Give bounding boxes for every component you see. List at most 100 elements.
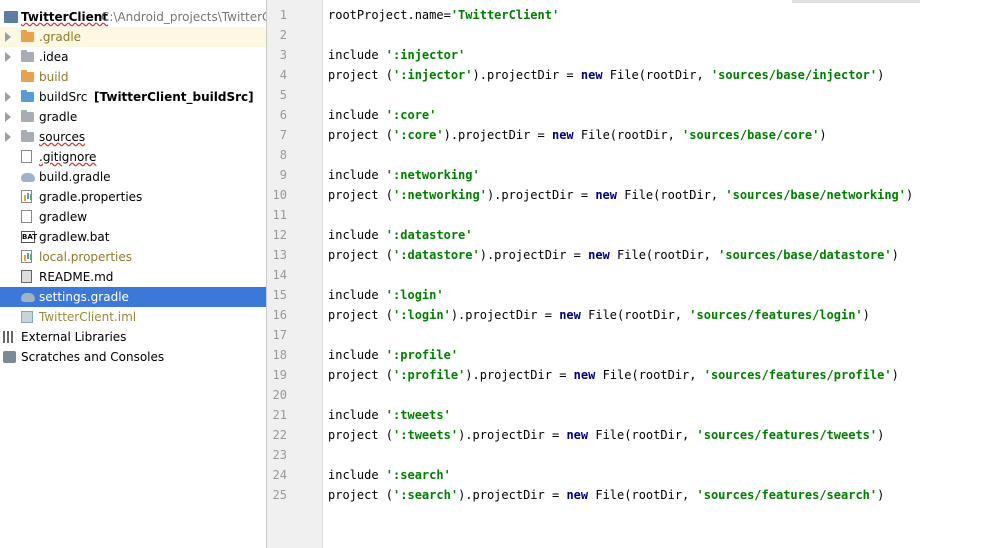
string-token: 'sources/features/login' bbox=[689, 308, 863, 322]
tree-item-label: TwitterClient.iml bbox=[39, 310, 137, 324]
code-line[interactable]: rootProject.name='TwitterClient' bbox=[328, 5, 984, 25]
tree-item[interactable]: .idea bbox=[0, 47, 266, 67]
folder-icon bbox=[21, 50, 34, 62]
tree-item-module-name: [TwitterClient_buildSrc] bbox=[94, 90, 254, 104]
code-line[interactable] bbox=[328, 25, 984, 45]
code-line[interactable] bbox=[328, 445, 984, 465]
code-line[interactable] bbox=[328, 325, 984, 345]
code-line[interactable]: include ':search' bbox=[328, 465, 984, 485]
code-line[interactable]: project (':login').projectDir = new File… bbox=[328, 305, 984, 325]
code-line[interactable]: project (':networking').projectDir = new… bbox=[328, 185, 984, 205]
file-icon bbox=[21, 150, 32, 163]
line-number: 1 bbox=[279, 8, 287, 22]
code-line[interactable]: project (':core').projectDir = new File(… bbox=[328, 125, 984, 145]
chevron-right-icon[interactable] bbox=[5, 52, 11, 62]
string-token: ':tweets' bbox=[385, 408, 451, 422]
tree-item-label: External Libraries bbox=[21, 330, 127, 344]
tree-item-label: sources bbox=[39, 130, 86, 144]
tree-item[interactable]: sources bbox=[0, 127, 266, 147]
tree-item[interactable]: gradle bbox=[0, 107, 266, 127]
folder-icon bbox=[21, 110, 34, 122]
keyword-token: new bbox=[559, 308, 581, 322]
string-token: ':search' bbox=[393, 488, 459, 502]
tree-item[interactable]: gradle.properties bbox=[0, 187, 266, 207]
tree-item[interactable]: build.gradle bbox=[0, 167, 266, 187]
tree-item[interactable]: BAT gradlew.bat bbox=[0, 227, 266, 247]
line-number: 17 bbox=[272, 328, 287, 342]
tree-item[interactable]: External Libraries bbox=[0, 327, 266, 347]
tree-item[interactable]: gradlew bbox=[0, 207, 266, 227]
tree-root-project[interactable]: TwitterClient C:\Android_projects\Twitte… bbox=[0, 7, 266, 27]
code-line[interactable]: include ':injector' bbox=[328, 45, 984, 65]
tree-item-label: .gradle bbox=[39, 30, 82, 44]
chevron-right-icon[interactable] bbox=[5, 92, 11, 102]
tree-item[interactable]: TwitterClient.iml bbox=[0, 307, 266, 327]
string-token: ':core' bbox=[385, 108, 437, 122]
code-token: ).projectDir = bbox=[465, 368, 574, 382]
chevron-right-icon[interactable] bbox=[5, 112, 11, 122]
code-line[interactable]: include ':networking' bbox=[328, 165, 984, 185]
tree-item[interactable]: Scratches and Consoles bbox=[0, 347, 266, 367]
code-line[interactable]: project (':injector').projectDir = new F… bbox=[328, 65, 984, 85]
tree-item[interactable]: local.properties bbox=[0, 247, 266, 267]
tree-item[interactable]: settings.gradle bbox=[0, 287, 266, 307]
code-token: ) bbox=[877, 428, 885, 442]
line-number: 16 bbox=[272, 308, 287, 322]
code-line[interactable]: include ':core' bbox=[328, 105, 984, 125]
line-number: 12 bbox=[272, 228, 287, 242]
code-editor[interactable]: rootProject.name='TwitterClient' include … bbox=[323, 0, 984, 548]
properties-icon bbox=[21, 190, 32, 203]
line-number: 19 bbox=[272, 368, 287, 382]
project-tree: TwitterClient C:\Android_projects\Twitte… bbox=[0, 0, 267, 548]
code-token: ).projectDir = bbox=[486, 188, 596, 202]
chevron-right-icon[interactable] bbox=[5, 32, 11, 42]
code-token: include bbox=[328, 108, 386, 122]
code-line[interactable]: project (':search').projectDir = new Fil… bbox=[328, 485, 984, 505]
code-line[interactable]: include ':profile' bbox=[328, 345, 984, 365]
bat-icon: BAT bbox=[21, 231, 37, 243]
code-line[interactable]: include ':tweets' bbox=[328, 405, 984, 425]
string-token: ':tweets' bbox=[393, 428, 459, 442]
line-number: 13 bbox=[272, 248, 287, 262]
tree-item-label: build.gradle bbox=[39, 170, 111, 184]
string-token: ':injector' bbox=[385, 48, 466, 62]
string-token: ':datastore' bbox=[393, 248, 480, 262]
code-token: project ( bbox=[328, 248, 394, 262]
code-token: File(rootDir, bbox=[573, 128, 683, 142]
chevron-right-icon[interactable] bbox=[5, 132, 11, 142]
tree-item[interactable]: README.md bbox=[0, 267, 266, 287]
code-line[interactable] bbox=[328, 145, 984, 165]
code-token: project ( bbox=[328, 488, 394, 502]
tree-item-label: README.md bbox=[39, 270, 114, 284]
code-line[interactable]: include ':datastore' bbox=[328, 225, 984, 245]
code-token: ) bbox=[877, 488, 885, 502]
code-line[interactable]: project (':datastore').projectDir = new … bbox=[328, 245, 984, 265]
file-icon bbox=[21, 210, 32, 223]
code-token: include bbox=[328, 288, 386, 302]
code-token: File(rootDir, bbox=[588, 428, 697, 442]
code-line[interactable]: project (':profile').projectDir = new Fi… bbox=[328, 365, 984, 385]
code-line[interactable] bbox=[328, 385, 984, 405]
code-line[interactable]: include ':login' bbox=[328, 285, 984, 305]
tree-item[interactable]: build bbox=[0, 67, 266, 87]
code-token: ).projectDir = bbox=[458, 488, 567, 502]
code-token: File(rootDir, bbox=[609, 248, 719, 262]
tree-item-label: build bbox=[39, 70, 69, 84]
code-token: File(rootDir, bbox=[588, 488, 697, 502]
tree-item[interactable]: .gradle bbox=[0, 27, 266, 47]
code-token: rootProject.name= bbox=[328, 8, 451, 22]
tree-item[interactable]: buildSrc [TwitterClient_buildSrc] bbox=[0, 87, 266, 107]
code-line[interactable] bbox=[328, 85, 984, 105]
keyword-token: new bbox=[595, 188, 618, 202]
code-line[interactable] bbox=[328, 265, 984, 285]
string-token: ':profile' bbox=[393, 368, 466, 382]
code-line[interactable]: project (':tweets').projectDir = new Fil… bbox=[328, 425, 984, 445]
folder-icon bbox=[21, 130, 34, 142]
editor-top-border bbox=[792, 0, 920, 3]
iml-icon bbox=[21, 311, 33, 323]
code-token: ).projectDir = bbox=[472, 68, 581, 82]
line-number: 20 bbox=[272, 388, 287, 402]
tree-item[interactable]: .gitignore bbox=[0, 147, 266, 167]
line-number: 3 bbox=[279, 48, 287, 62]
code-line[interactable] bbox=[328, 205, 984, 225]
